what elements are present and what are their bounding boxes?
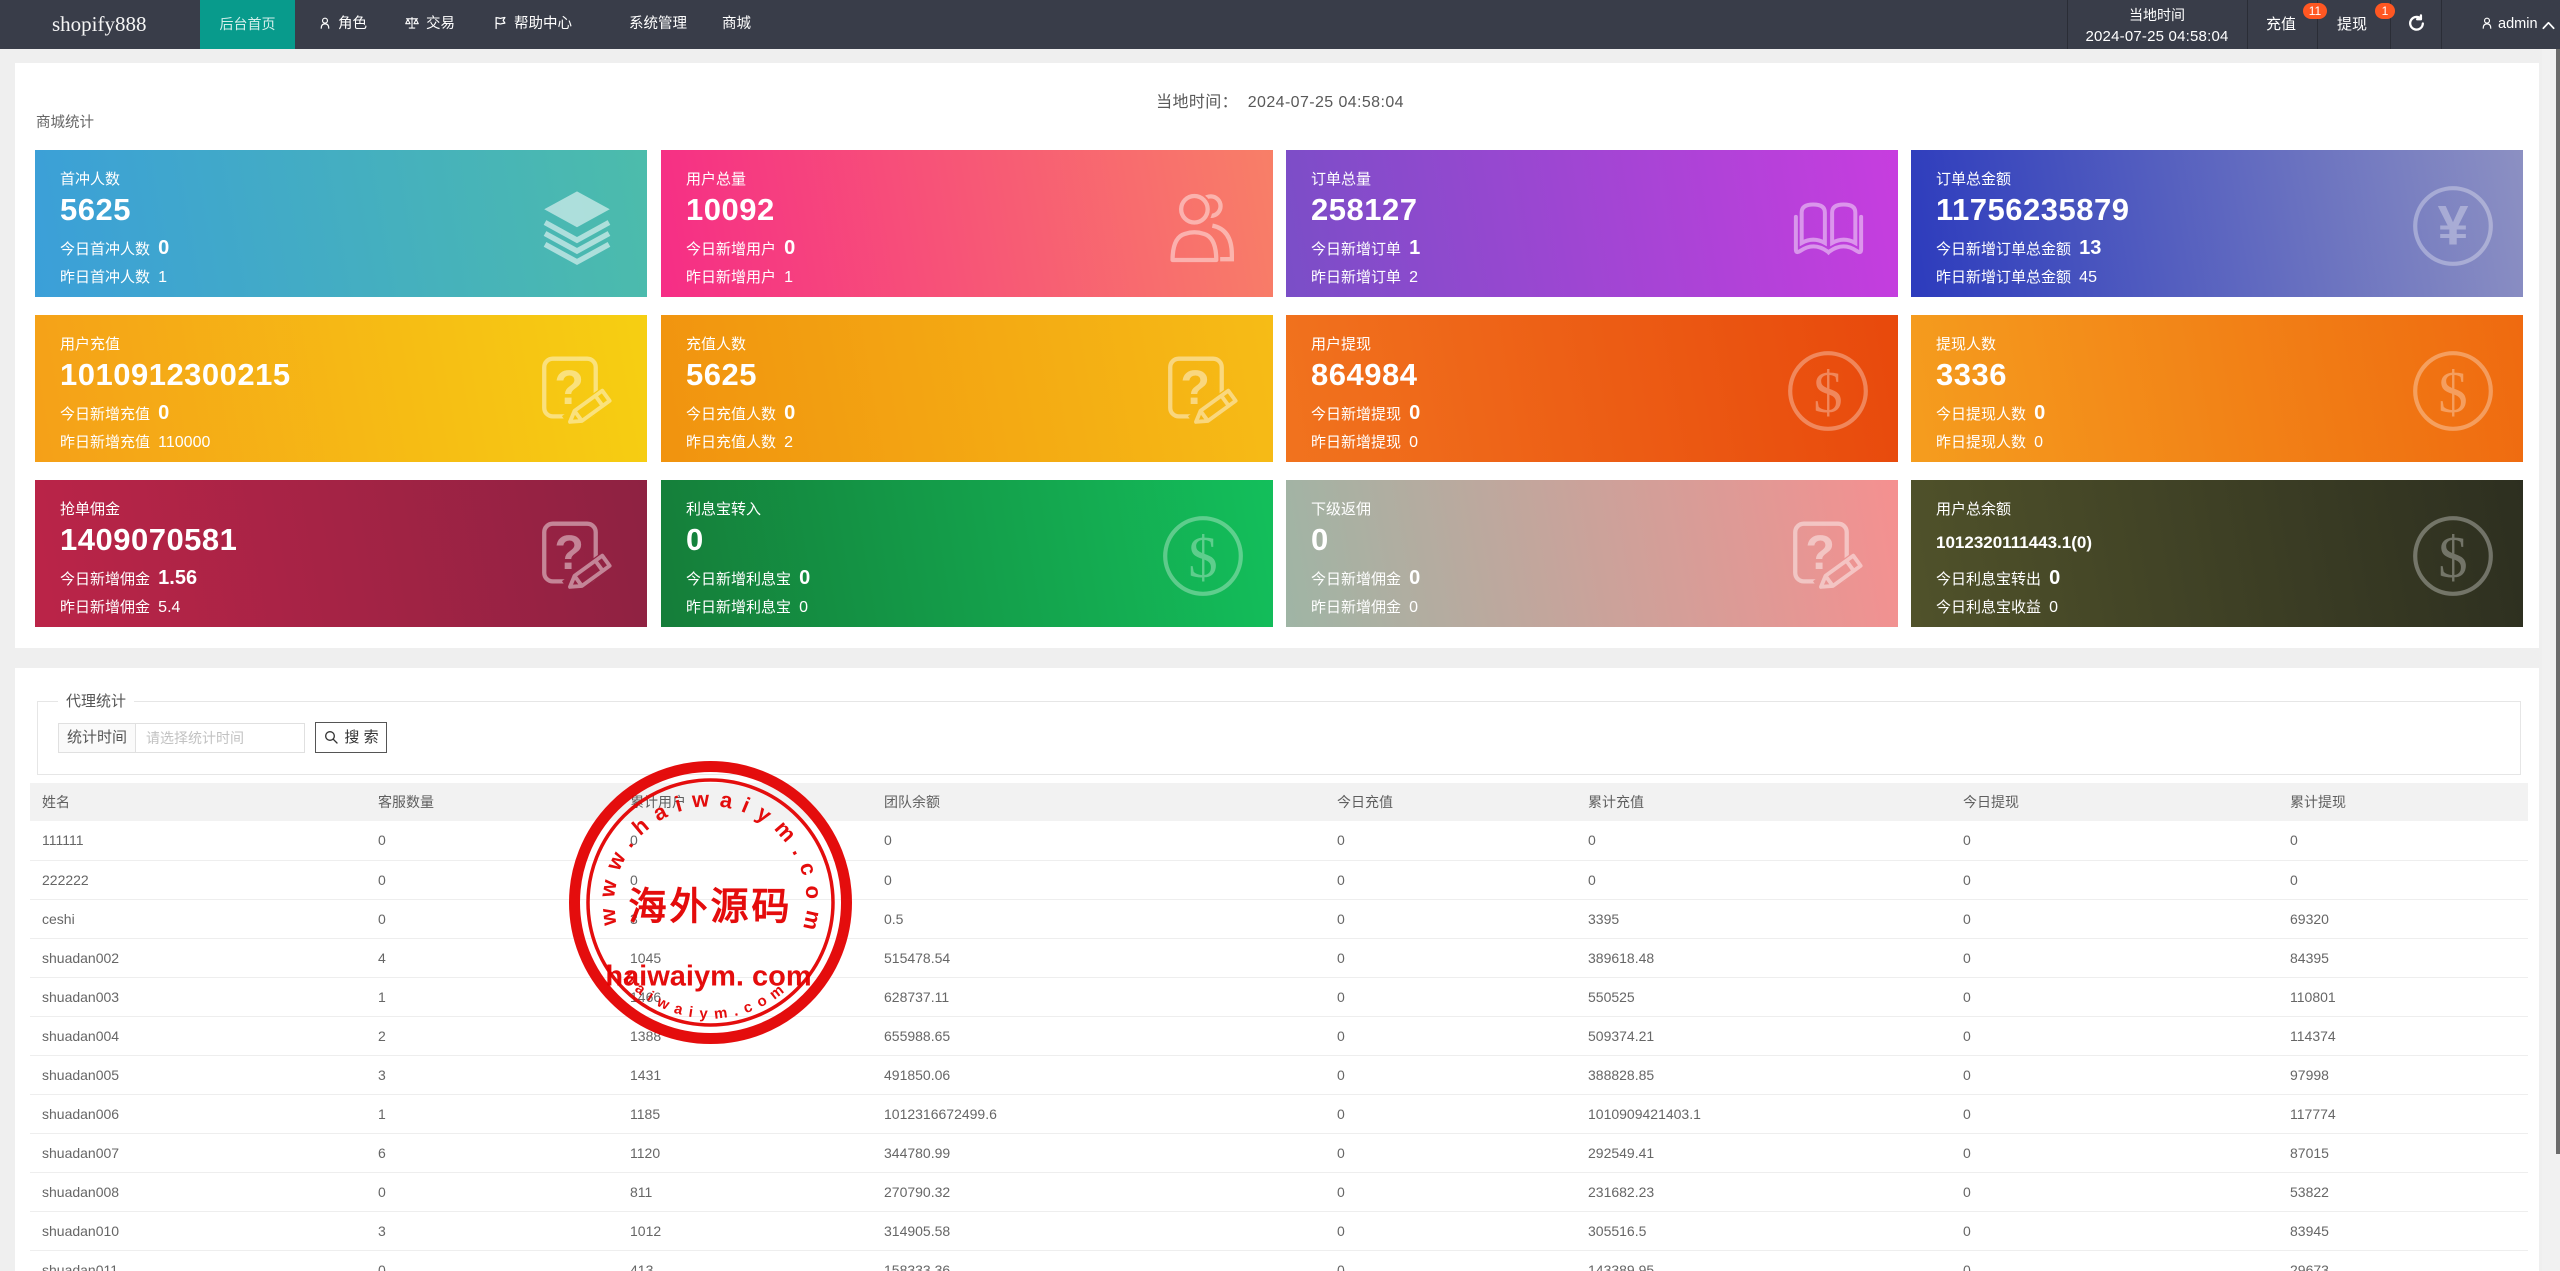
svg-text:?: ? [1805, 526, 1835, 580]
svg-text:$: $ [1188, 525, 1217, 590]
svg-text:海外源码: 海外源码 [628, 887, 792, 929]
svg-text:$: $ [2438, 360, 2467, 425]
svg-text:?: ? [554, 526, 584, 580]
svg-text:$: $ [1813, 360, 1842, 425]
svg-text:¥: ¥ [2438, 194, 2469, 256]
svg-text:$: $ [2438, 525, 2467, 590]
svg-text:?: ? [1180, 361, 1210, 415]
svg-text:?: ? [554, 361, 584, 415]
